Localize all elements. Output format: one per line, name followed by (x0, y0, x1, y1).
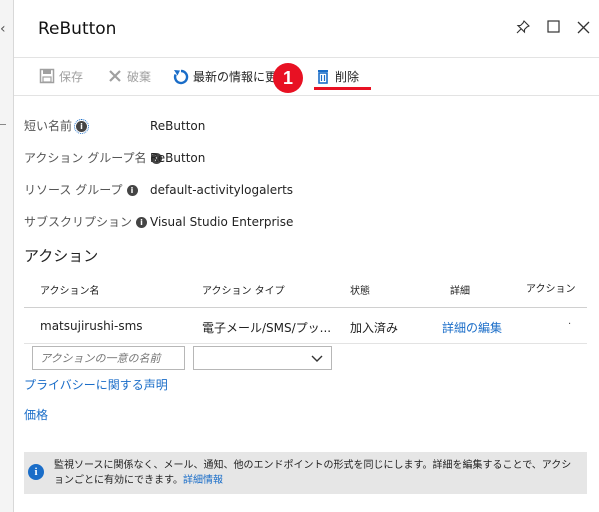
column-header: アクション名 (40, 286, 100, 297)
save-label: 保存 (59, 70, 84, 84)
status-cell: 加入済み (350, 321, 399, 335)
action-type-cell: 電子メール/SMS/プッ... (202, 321, 332, 335)
info-icon[interactable]: i (136, 217, 148, 228)
row-action-menu[interactable]: · (568, 319, 571, 330)
refresh-icon (172, 68, 190, 86)
close-icon[interactable] (574, 20, 592, 38)
discard-label: 破棄 (127, 70, 152, 84)
notice-text: 監視ソースに関係なく、メール、通知、他のエンドポイントの形式を同じにします。詳細… (54, 460, 572, 486)
action-type-dropdown[interactable] (193, 346, 332, 370)
pricing-link[interactable]: 価格 (24, 406, 48, 423)
property-resource-group: リソース グループ i default-activitylogalerts (24, 181, 594, 199)
discard-button[interactable]: 破棄 (106, 68, 151, 86)
property-value: Visual Studio Enterprise (150, 215, 294, 229)
trash-icon (314, 68, 332, 86)
step-callout-badge: 1 (273, 63, 303, 93)
property-label: リソース グループ (24, 183, 123, 197)
edit-details-link[interactable]: 詳細の編集 (442, 319, 502, 336)
property-short-name: 短い名前 i ReButton (24, 117, 594, 135)
info-circle-icon: i (28, 464, 44, 480)
property-value: default-activitylogalerts (150, 183, 294, 197)
maximize-icon[interactable] (544, 20, 562, 38)
property-subscription: サブスクリプション i Visual Studio Enterprise (24, 213, 594, 231)
column-header: アクション タイプ (202, 286, 285, 297)
pin-icon[interactable] (514, 20, 532, 38)
property-action-group-name: アクション グループ名 i ReButton (24, 149, 594, 167)
property-value: ReButton (150, 119, 206, 133)
delete-label: 削除 (335, 70, 360, 84)
action-name-input[interactable] (32, 346, 185, 370)
divider (0, 124, 6, 125)
privacy-statement-link[interactable]: プライバシーに関する声明 (24, 376, 168, 393)
save-button[interactable]: 保存 (38, 68, 83, 86)
save-icon (38, 68, 56, 86)
chevron-left-icon: ‹ (0, 21, 6, 37)
column-header: 状態 (350, 286, 370, 297)
refresh-button[interactable]: 最新の情報に更新 (172, 68, 289, 86)
discard-icon (106, 68, 124, 86)
property-label: 短い名前 (24, 119, 73, 133)
table-header: アクション名 アクション タイプ 状態 詳細 アクション (24, 270, 587, 308)
chevron-down-icon (311, 355, 323, 362)
property-label: アクション グループ名 (24, 151, 147, 165)
blade-title: ReButton (38, 19, 117, 39)
delete-highlight-underline (314, 87, 371, 90)
actions-section-title: アクション (24, 247, 99, 265)
info-notice: i 監視ソースに関係なく、メール、通知、他のエンドポイントの形式を同じにします。… (24, 452, 587, 494)
info-icon[interactable]: i (74, 119, 90, 134)
background-page-edge: ‹ (0, 0, 14, 512)
column-header: アクション (526, 284, 576, 295)
table-row[interactable]: matsujirushi-sms 電子メール/SMS/プッ... 加入済み 詳細… (24, 308, 587, 344)
action-name-cell: matsujirushi-sms (40, 319, 143, 333)
delete-button[interactable]: 削除 (314, 68, 359, 86)
column-header: 詳細 (450, 286, 470, 297)
property-value: ReButton (150, 151, 206, 165)
learn-more-link[interactable]: 詳細情報 (183, 475, 223, 486)
property-label: サブスクリプション (24, 215, 133, 229)
title-bar: ReButton (14, 0, 599, 58)
action-group-blade: ReButton 保存 破棄 最新の情報に更新 削除 1 短い名前 i ReBu… (14, 0, 599, 512)
info-icon[interactable]: i (126, 185, 138, 196)
command-bar: 保存 破棄 最新の情報に更新 削除 1 (14, 58, 599, 96)
